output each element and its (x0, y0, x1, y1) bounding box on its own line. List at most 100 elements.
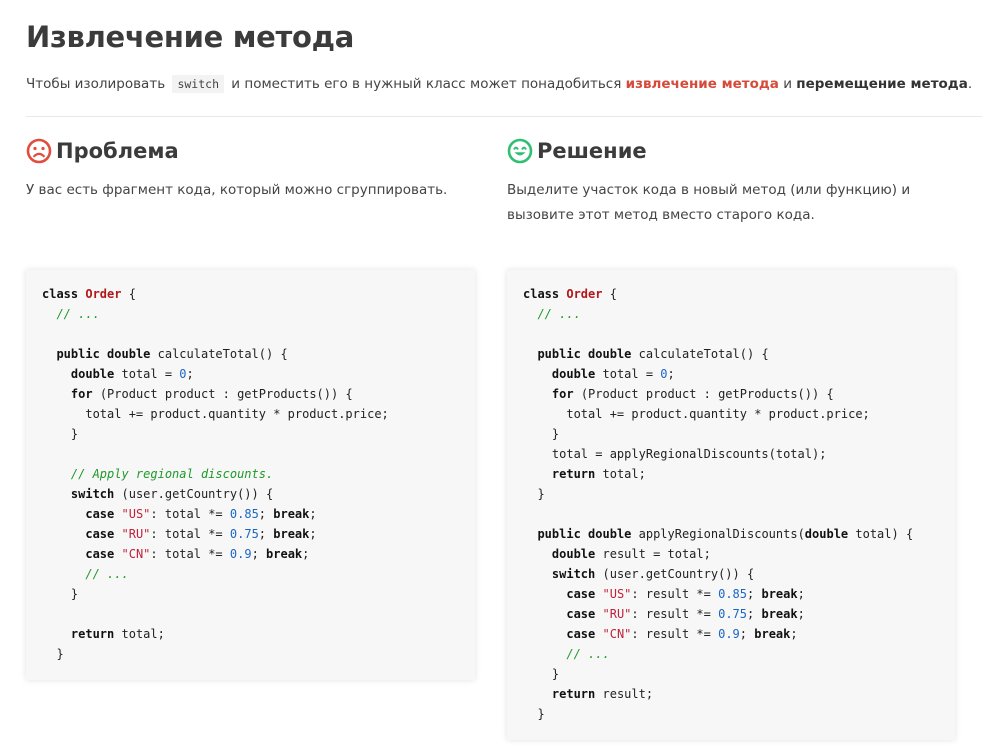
code-token: ; (302, 547, 310, 561)
code-token: double (588, 347, 632, 361)
code-token: double (588, 527, 632, 541)
solution-description: Выделите участок кода в новый метод (или… (507, 178, 957, 228)
code-token: : total *= (150, 547, 230, 561)
code-token: Order (85, 287, 122, 301)
code-token: ; (739, 627, 755, 641)
code-token: case (566, 607, 596, 621)
code-line: return result; (523, 684, 955, 704)
inline-code-switch: switch (172, 75, 224, 93)
code-line: public double applyRegionalDiscounts(dou… (523, 524, 955, 544)
code-token: total += product.quantity * product.pric… (523, 407, 870, 421)
code-token: for (70, 387, 93, 401)
code-line: // ... (523, 644, 955, 664)
code-token: "CN" (121, 547, 151, 561)
code-token: : result *= (631, 627, 719, 641)
code-token: 0 (660, 367, 668, 381)
code-line: } (523, 664, 955, 684)
code-token: calculateTotal() { (150, 347, 288, 361)
code-token: ; (186, 367, 194, 381)
code-token: "CN" (602, 627, 632, 641)
code-line: switch (user.getCountry()) { (523, 564, 955, 584)
code-token: (user.getCountry()) { (114, 487, 274, 501)
code-line: double result = total; (523, 544, 955, 564)
code-token: ; (747, 587, 762, 601)
code-token: switch (70, 487, 115, 501)
extract-method-link[interactable]: извлечение метода (626, 76, 779, 92)
solution-heading-row: Решение (507, 136, 957, 166)
code-line: // ... (42, 564, 475, 584)
code-line: } (523, 484, 955, 504)
code-block-before: class Order { // ... public double calcu… (26, 270, 475, 680)
code-line: public double calculateTotal() { (523, 344, 955, 364)
code-token: : result *= (631, 587, 719, 601)
code-token: for (551, 387, 574, 401)
code-token: : total *= (150, 527, 230, 541)
code-token: ; (309, 527, 317, 541)
code-token: ; (251, 547, 267, 561)
code-line: total += product.quantity * product.pric… (523, 404, 955, 424)
code-token: // ... (537, 307, 581, 321)
solution-section: Решение Выделите участок кода в новый ме… (507, 136, 957, 228)
code-token: case (566, 627, 596, 641)
code-token: public (56, 347, 100, 361)
code-token: total = (114, 367, 180, 381)
code-token: } (42, 587, 79, 601)
solution-description-line: Выделите участок кода в новый метод (или… (507, 182, 911, 198)
code-line: // ... (42, 304, 475, 324)
code-line: class Order { (42, 284, 475, 304)
code-token: ; (747, 607, 762, 621)
code-token: : total *= (150, 507, 230, 521)
code-token: result; (595, 687, 654, 701)
code-token: case (85, 547, 115, 561)
code-line: case "RU": result *= 0.75; break; (523, 604, 955, 624)
code-token: ; (797, 607, 805, 621)
code-token: : result *= (631, 607, 719, 621)
code-token: 0 (179, 367, 187, 381)
code-token: // Apply regional discounts. (70, 467, 274, 481)
code-token: "RU" (602, 607, 632, 621)
code-token: // ... (56, 307, 100, 321)
code-line: class Order { (523, 284, 955, 304)
sad-face-icon (26, 138, 52, 164)
code-token: case (85, 527, 115, 541)
code-line: // ... (523, 304, 955, 324)
code-token: Order (566, 287, 603, 301)
code-token: applyRegionalDiscounts( (631, 527, 805, 541)
code-token: "RU" (121, 527, 151, 541)
code-line: } (523, 424, 955, 444)
solution-heading: Решение (537, 139, 647, 163)
page-title: Извлечение метода (26, 20, 355, 54)
code-token: { (121, 287, 136, 301)
problem-heading-row: Проблема (26, 136, 476, 166)
intro-middle: и поместить его в нужный класс может пон… (231, 76, 622, 92)
code-line: case "US": total *= 0.85; break; (42, 504, 475, 524)
code-token: 0.85 (718, 587, 748, 601)
code-line: } (42, 584, 475, 604)
code-token: total; (114, 627, 165, 641)
code-token: (Product product : getProducts()) { (92, 387, 353, 401)
code-block-after: class Order { // ... public double calcu… (507, 270, 955, 740)
code-token: total = applyRegionalDiscounts(total); (523, 447, 827, 461)
code-line: return total; (523, 464, 955, 484)
code-line: case "US": result *= 0.85; break; (523, 584, 955, 604)
code-line: } (523, 704, 955, 724)
code-token: "US" (121, 507, 151, 521)
code-token: "US" (602, 587, 632, 601)
